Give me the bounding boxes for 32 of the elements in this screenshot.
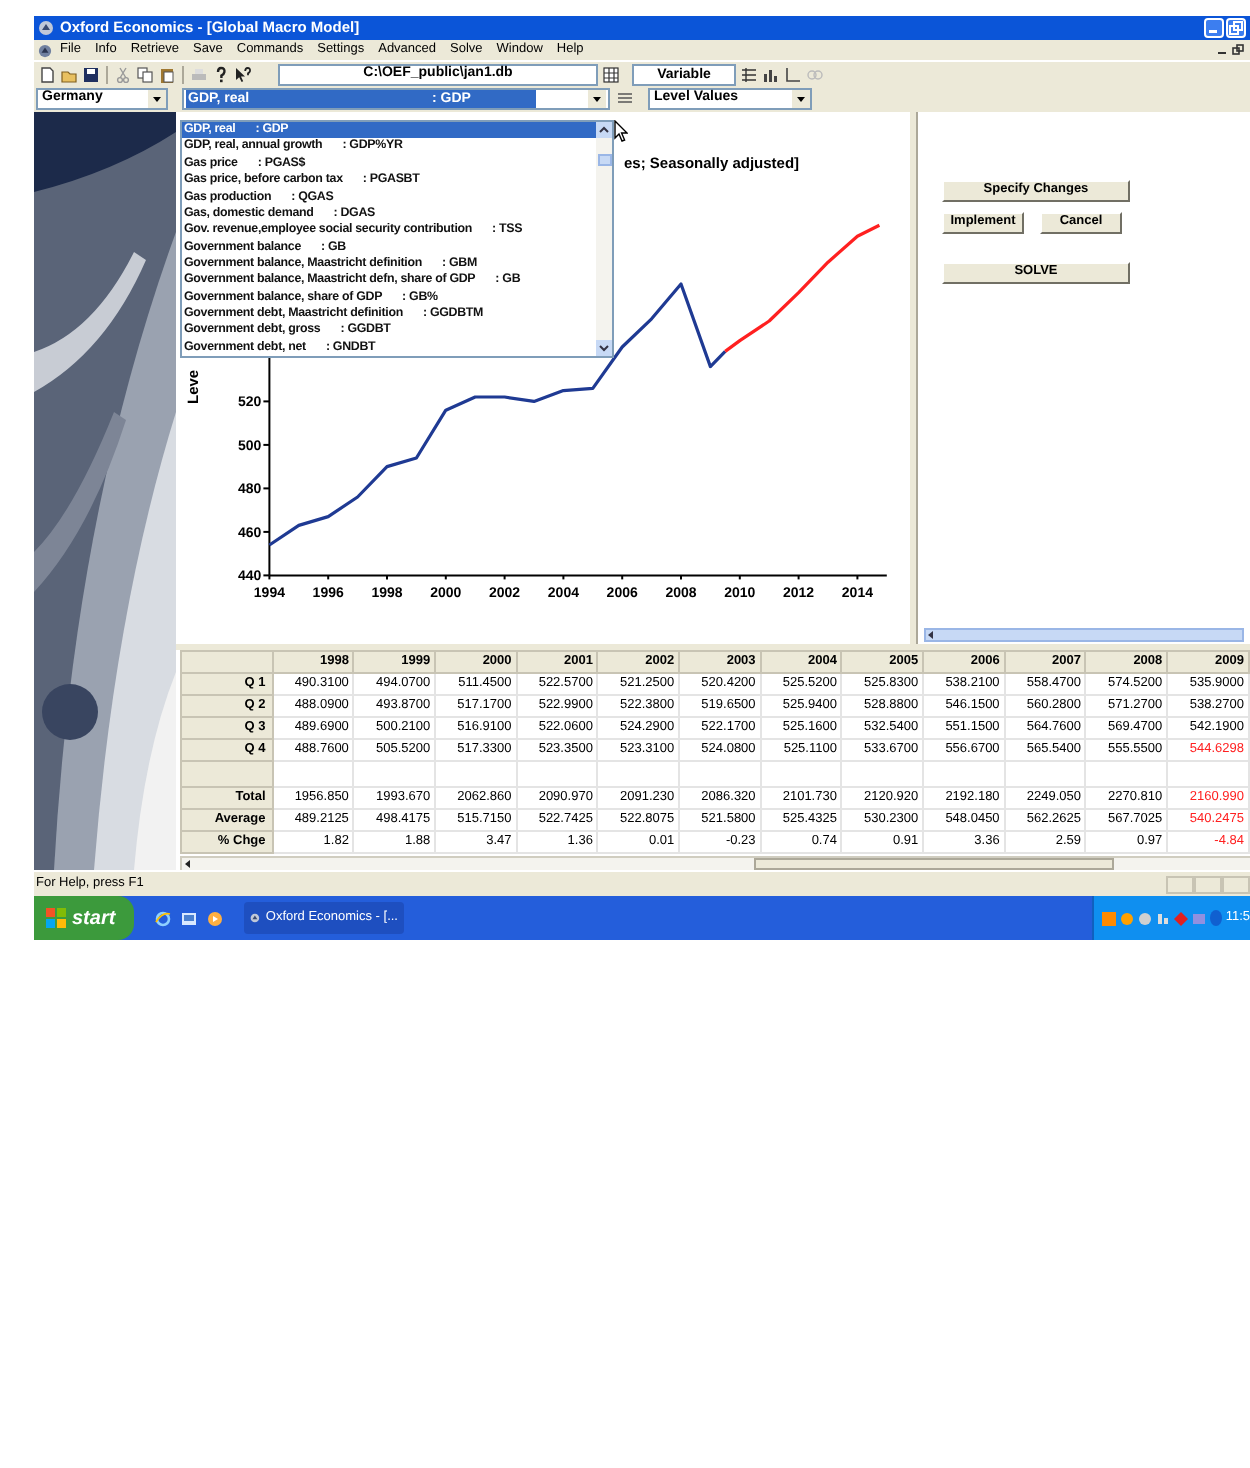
- horizontal-scrollbar[interactable]: [924, 628, 1244, 642]
- restore-icon[interactable]: [1232, 44, 1244, 56]
- minimize-button[interactable]: [1204, 18, 1224, 38]
- scroll-left-icon[interactable]: [926, 630, 936, 640]
- grid-icon[interactable]: [602, 65, 620, 83]
- browser-icon[interactable]: [154, 909, 172, 927]
- app-icon: [250, 910, 260, 926]
- restore-button[interactable]: [1226, 18, 1246, 38]
- scrollbar-thumb[interactable]: [597, 154, 611, 166]
- status-panel: [1194, 875, 1222, 893]
- scrollbar-thumb[interactable]: [754, 858, 1114, 870]
- table-icon[interactable]: [740, 65, 758, 83]
- tray-icon[interactable]: [1155, 911, 1170, 925]
- start-button[interactable]: start: [34, 896, 134, 940]
- scroll-down-icon[interactable]: [596, 340, 612, 356]
- copy-icon[interactable]: [136, 65, 154, 83]
- bar-chart-icon[interactable]: [762, 65, 780, 83]
- vertical-scrollbar[interactable]: [596, 122, 612, 356]
- save-icon[interactable]: [82, 65, 100, 83]
- help-icon[interactable]: [212, 65, 230, 83]
- app-icon: [38, 20, 54, 36]
- scroll-up-icon[interactable]: [596, 122, 612, 138]
- status-panel: [1222, 875, 1250, 893]
- list-icon[interactable]: [616, 90, 634, 108]
- axis-icon[interactable]: [784, 65, 802, 83]
- status-panel: [1166, 875, 1194, 893]
- paste-icon[interactable]: [158, 65, 176, 83]
- new-document-icon[interactable]: [38, 65, 56, 83]
- windows-flag-icon: [46, 908, 66, 928]
- context-help-icon[interactable]: [234, 65, 252, 83]
- media-icon[interactable]: [206, 909, 224, 927]
- desktop-icon[interactable]: [180, 909, 198, 927]
